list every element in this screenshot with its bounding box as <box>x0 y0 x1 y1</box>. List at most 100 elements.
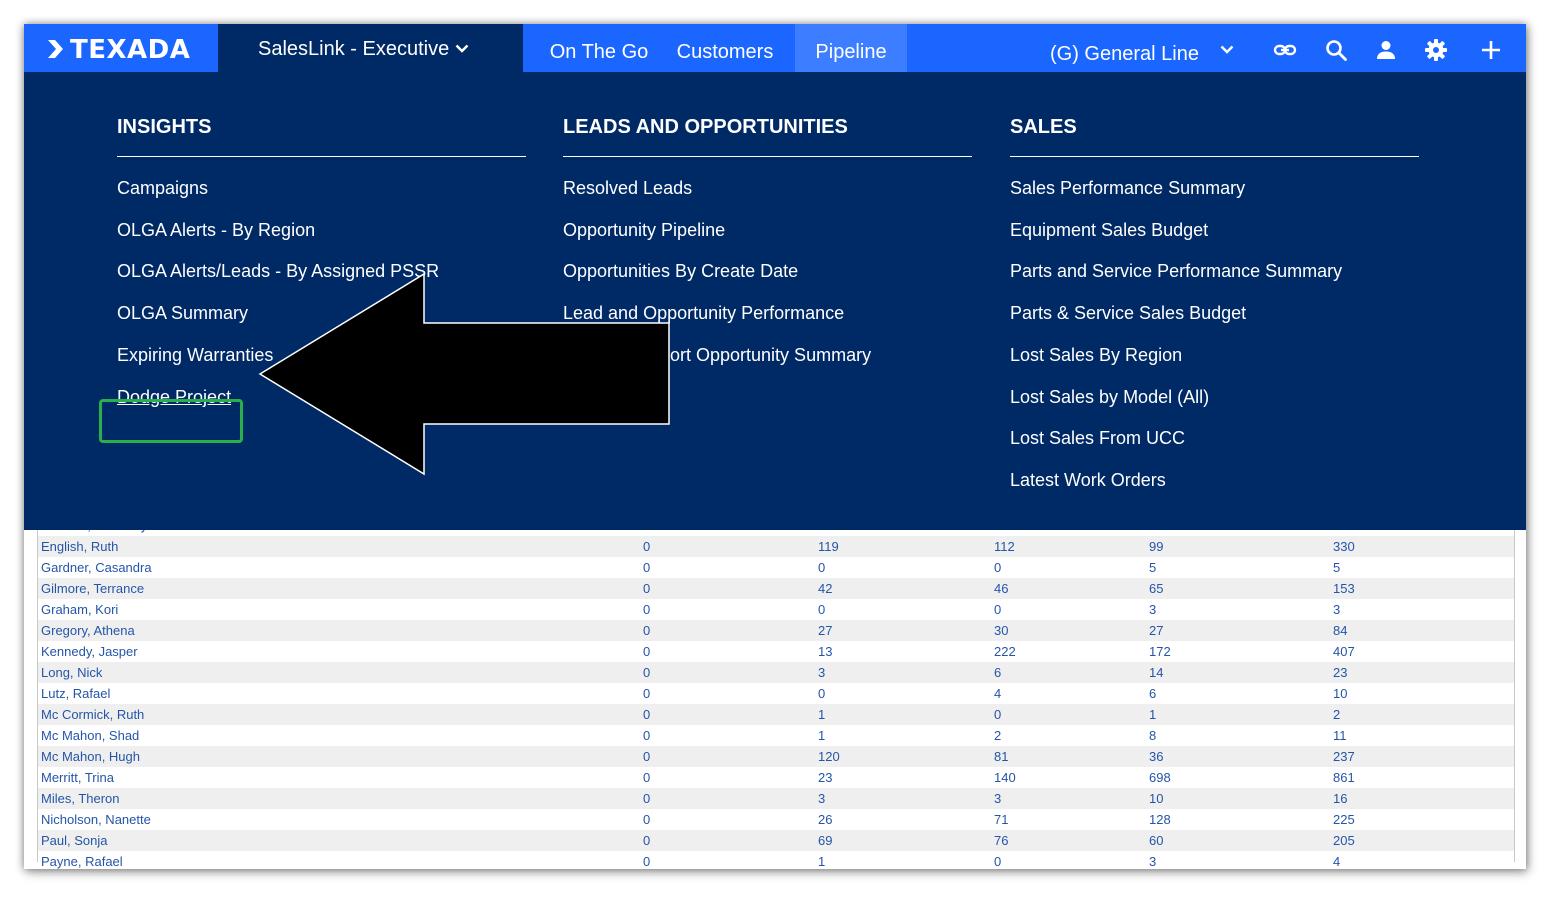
employee-name-link[interactable]: Gregory, Athena <box>41 623 135 638</box>
app-name: SalesLink - Executive <box>258 38 450 60</box>
employee-name-link[interactable]: Gardner, Casandra <box>41 560 152 575</box>
table-cell: 0 <box>643 602 651 617</box>
tab-on-the-go[interactable]: On The Go <box>542 24 656 72</box>
table-cell: 11 <box>1333 728 1347 743</box>
gear-icon[interactable] <box>1424 38 1448 62</box>
table-cell: 65 <box>1149 581 1164 596</box>
search-icon[interactable] <box>1324 38 1348 62</box>
employee-name-link[interactable]: English, Ruth <box>41 539 118 554</box>
table-cell: 407 <box>1333 644 1355 659</box>
table-row: Merritt, Trina 0 23 140 698 861 <box>38 767 1514 788</box>
table-cell: 1 <box>818 707 826 722</box>
menu-item-lost-sales-from-ucc[interactable]: Lost Sales From UCC <box>1010 426 1185 450</box>
menu-item-parts-service-performance-summary[interactable]: Parts and Service Performance Summary <box>1010 259 1342 283</box>
table-cell: 222 <box>994 644 1016 659</box>
employee-name-link[interactable]: Kennedy, Jasper <box>41 644 138 659</box>
menu-item-equipment-sales-budget[interactable]: Equipment Sales Budget <box>1010 218 1208 242</box>
employee-name-link[interactable]: Payne, Rafael <box>41 854 123 869</box>
table-cell: 0 <box>643 623 651 638</box>
product-line-dropdown[interactable]: (G) General Line <box>1034 24 1249 72</box>
table-cell: 10 <box>1333 686 1348 701</box>
table-cell: 27 <box>818 623 833 638</box>
employee-name-link[interactable]: Paul, Sonja <box>41 833 108 848</box>
top-navigation-bar: TEXADA SalesLink - Executive On The Go C… <box>24 24 1526 72</box>
menu-item-parts-service-sales-budget[interactable]: Parts & Service Sales Budget <box>1010 301 1246 325</box>
plus-icon[interactable] <box>1479 38 1503 62</box>
employee-name-link[interactable]: Nicholson, Nanette <box>41 812 151 827</box>
tab-customers[interactable]: Customers <box>672 24 778 72</box>
table-cell: 69 <box>818 833 833 848</box>
table-cell: 1 <box>1149 707 1157 722</box>
table-cell: 0 <box>643 791 651 806</box>
menu-item-lost-sales-by-region[interactable]: Lost Sales By Region <box>1010 343 1182 367</box>
table-cell: 46 <box>994 581 1009 596</box>
menu-item-expiring-warranties[interactable]: Expiring Warranties <box>117 343 273 367</box>
table-cell: 3 <box>1149 602 1157 617</box>
table-cell: 0 <box>643 644 651 659</box>
employee-name-link[interactable]: Miles, Theron <box>41 791 120 806</box>
table-cell: 861 <box>1333 770 1355 785</box>
app-switcher[interactable]: SalesLink - Executive <box>218 24 523 72</box>
menu-heading-leads: LEADS AND OPPORTUNITIES <box>563 116 848 138</box>
table-cell: 237 <box>1333 749 1355 764</box>
table-cell: 3 <box>818 665 826 680</box>
highlight-box <box>99 399 243 443</box>
employee-name-link[interactable]: Mc Cormick, Ruth <box>41 707 144 722</box>
link-icon[interactable] <box>1273 38 1297 62</box>
table-cell: 330 <box>1333 539 1355 554</box>
employee-name-link[interactable]: Lutz, Rafael <box>41 686 110 701</box>
table-cell: 2 <box>1333 707 1341 722</box>
table-cell: 6 <box>994 665 1002 680</box>
table-cell: 225 <box>1333 812 1355 827</box>
menu-divider <box>117 156 526 157</box>
menu-item-opportunities-by-create-date[interactable]: Opportunities By Create Date <box>563 259 798 283</box>
menu-divider <box>563 156 972 157</box>
table-cell: 112 <box>994 539 1015 554</box>
menu-item-opportunity-summary[interactable]: ort Opportunity Summary <box>670 343 871 367</box>
table-cell: 10 <box>1149 791 1164 806</box>
chevron-right-icon <box>48 40 63 58</box>
employee-name-link[interactable]: Mc Mahon, Hugh <box>41 749 140 764</box>
table-cell: 205 <box>1333 833 1355 848</box>
table-cell: 14 <box>1149 665 1164 680</box>
user-icon[interactable] <box>1374 38 1398 62</box>
table-cell: 16 <box>1333 791 1348 806</box>
table-cell: 0 <box>643 665 651 680</box>
table-cell: 76 <box>994 833 1009 848</box>
menu-item-lost-sales-by-model[interactable]: Lost Sales by Model (All) <box>1010 385 1209 409</box>
menu-item-campaigns[interactable]: Campaigns <box>117 176 208 200</box>
employee-name-link[interactable]: Graham, Kori <box>41 602 118 617</box>
chevron-down-icon <box>455 44 469 53</box>
table-cell: 0 <box>643 854 651 869</box>
product-line-value: (G) General Line <box>1050 43 1199 65</box>
table-cell: 0 <box>643 707 651 722</box>
table-row: Mc Mahon, Hugh 0 120 81 36 237 <box>38 746 1514 767</box>
menu-item-opportunity-pipeline[interactable]: Opportunity Pipeline <box>563 218 725 242</box>
menu-item-olga-alerts-by-region[interactable]: OLGA Alerts - By Region <box>117 218 315 242</box>
table-row: Mc Cormick, Ruth 0 1 0 1 2 <box>38 704 1514 725</box>
table-cell: 0 <box>643 539 651 554</box>
table-cell: 2 <box>994 728 1002 743</box>
employee-name-link[interactable]: Gilmore, Terrance <box>41 581 144 596</box>
menu-item-olga-alerts-leads-by-pssr[interactable]: OLGA Alerts/Leads - By Assigned PSSR <box>117 259 439 283</box>
table-cell: 23 <box>818 770 833 785</box>
table-cell: 140 <box>994 770 1016 785</box>
employee-name-link[interactable]: Long, Nick <box>41 665 102 680</box>
menu-item-olga-summary[interactable]: OLGA Summary <box>117 301 248 325</box>
table-cell: 3 <box>818 791 826 806</box>
table-cell: 1 <box>818 728 826 743</box>
menu-item-latest-work-orders[interactable]: Latest Work Orders <box>1010 468 1166 492</box>
chevron-down-icon <box>1220 45 1234 54</box>
employee-name-link[interactable]: Merritt, Trina <box>41 770 114 785</box>
menu-item-resolved-leads[interactable]: Resolved Leads <box>563 176 692 200</box>
tab-pipeline[interactable]: Pipeline <box>795 24 907 72</box>
brand-logo[interactable]: TEXADA <box>24 24 218 72</box>
menu-item-lead-opportunity-performance[interactable]: Lead and Opportunity Performance <box>563 301 844 325</box>
table-cell: 5 <box>1333 560 1341 575</box>
table-cell: 172 <box>1149 644 1171 659</box>
employee-name-link[interactable]: Mc Mahon, Shad <box>41 728 139 743</box>
table-cell: 128 <box>1149 812 1171 827</box>
table-row: English, Ruth 0 119 112 99 330 <box>38 536 1514 557</box>
menu-item-sales-performance-summary[interactable]: Sales Performance Summary <box>1010 176 1245 200</box>
table-cell: 0 <box>994 602 1002 617</box>
